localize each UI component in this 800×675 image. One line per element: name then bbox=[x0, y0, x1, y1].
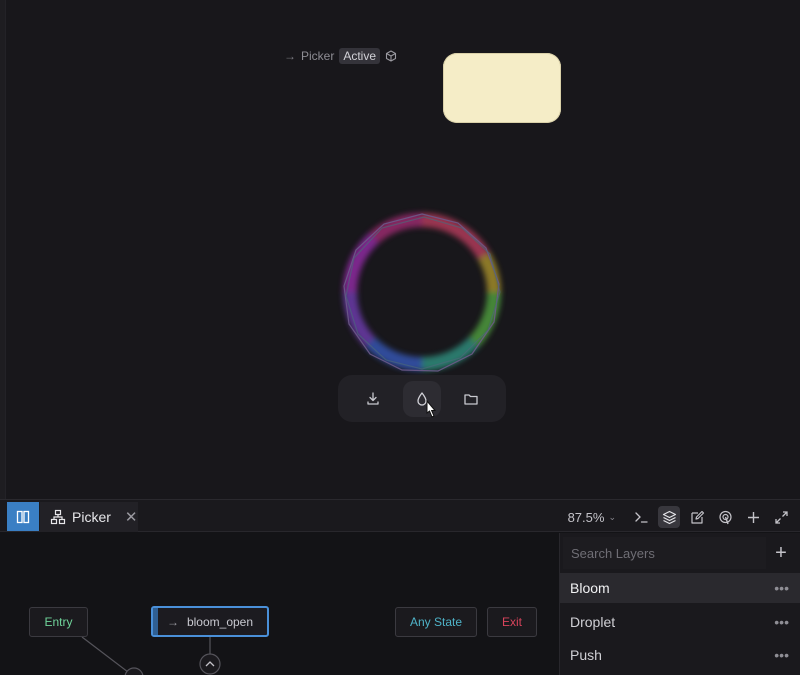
console-button[interactable] bbox=[630, 506, 652, 528]
more-options-icon[interactable]: ••• bbox=[774, 614, 789, 630]
bottom-panel: Picker ✕ 87.5% ⌄ Entry → bloom_open Any … bbox=[0, 499, 800, 675]
edit-icon bbox=[690, 510, 704, 524]
more-options-icon[interactable]: ••• bbox=[774, 647, 789, 663]
layer-label: Droplet bbox=[570, 614, 616, 630]
exit-node[interactable]: Exit bbox=[487, 607, 537, 637]
state-machine-graph[interactable]: Entry → bloom_open Any State Exit bbox=[6, 533, 559, 675]
layers-toggle-button[interactable] bbox=[658, 506, 680, 528]
touch-icon bbox=[718, 510, 732, 524]
expand-button[interactable] bbox=[770, 506, 792, 528]
chevron-down-icon: ⌄ bbox=[608, 511, 616, 522]
tab-bar: Picker ✕ 87.5% ⌄ bbox=[0, 499, 800, 532]
layer-item-droplet[interactable]: Droplet ••• bbox=[560, 607, 800, 637]
layers-panel: + Bloom ••• Droplet ••• Push ••• bbox=[559, 533, 800, 675]
state-node-accent bbox=[153, 608, 158, 635]
layer-label: Bloom bbox=[570, 580, 610, 596]
columns-icon bbox=[16, 510, 30, 523]
listener-button[interactable] bbox=[714, 506, 736, 528]
download-icon bbox=[367, 391, 379, 405]
color-wheel-ring[interactable] bbox=[334, 204, 510, 380]
more-options-icon[interactable]: ••• bbox=[774, 580, 789, 596]
cube-icon[interactable] bbox=[385, 50, 397, 62]
expand-icon bbox=[774, 510, 788, 524]
left-edge bbox=[0, 0, 6, 499]
plus-icon: + bbox=[775, 541, 787, 564]
close-icon[interactable]: ✕ bbox=[125, 508, 138, 526]
tab-picker[interactable]: Picker ✕ bbox=[40, 502, 138, 532]
edit-button[interactable] bbox=[686, 506, 708, 528]
state-node-label: bloom_open bbox=[186, 614, 254, 629]
any-state-node[interactable]: Any State bbox=[395, 607, 477, 637]
artboard-name: Picker bbox=[301, 49, 335, 63]
mouse-cursor-icon bbox=[426, 399, 437, 418]
folder-icon bbox=[464, 393, 478, 405]
download-tool-button[interactable] bbox=[354, 381, 392, 417]
layers-icon bbox=[662, 510, 676, 524]
search-layers-input[interactable] bbox=[563, 537, 766, 569]
folder-tool-button[interactable] bbox=[452, 381, 490, 417]
arrow-right-icon: → bbox=[284, 49, 296, 63]
arrow-right-icon: → bbox=[166, 614, 179, 629]
layer-item-bloom[interactable]: Bloom ••• bbox=[560, 573, 800, 603]
artboard-status-badge: Active bbox=[339, 48, 381, 64]
canvas[interactable]: → Picker Active bbox=[0, 0, 800, 499]
plus-icon bbox=[747, 511, 759, 523]
add-button[interactable] bbox=[742, 506, 764, 528]
artboard-label[interactable]: → Picker Active bbox=[284, 48, 397, 64]
zoom-value: 87.5% bbox=[567, 509, 605, 525]
panel-toggle-button[interactable] bbox=[7, 502, 39, 531]
entry-node[interactable]: Entry bbox=[29, 607, 88, 637]
color-swatch[interactable] bbox=[443, 53, 561, 123]
panel-tools: 87.5% ⌄ bbox=[568, 504, 792, 530]
layer-label: Push bbox=[570, 647, 602, 663]
state-node-bloom-open[interactable]: → bloom_open bbox=[151, 606, 269, 637]
floating-toolbar bbox=[338, 375, 506, 422]
zoom-dropdown[interactable]: 87.5% ⌄ bbox=[568, 510, 616, 525]
layers-search-row: + bbox=[563, 536, 798, 570]
terminal-icon bbox=[634, 511, 648, 523]
state-machine-icon bbox=[50, 509, 66, 525]
transition-lines bbox=[81, 636, 221, 675]
add-layer-button[interactable]: + bbox=[766, 538, 796, 568]
tab-label: Picker bbox=[72, 509, 111, 525]
layer-item-push[interactable]: Push ••• bbox=[560, 640, 800, 670]
